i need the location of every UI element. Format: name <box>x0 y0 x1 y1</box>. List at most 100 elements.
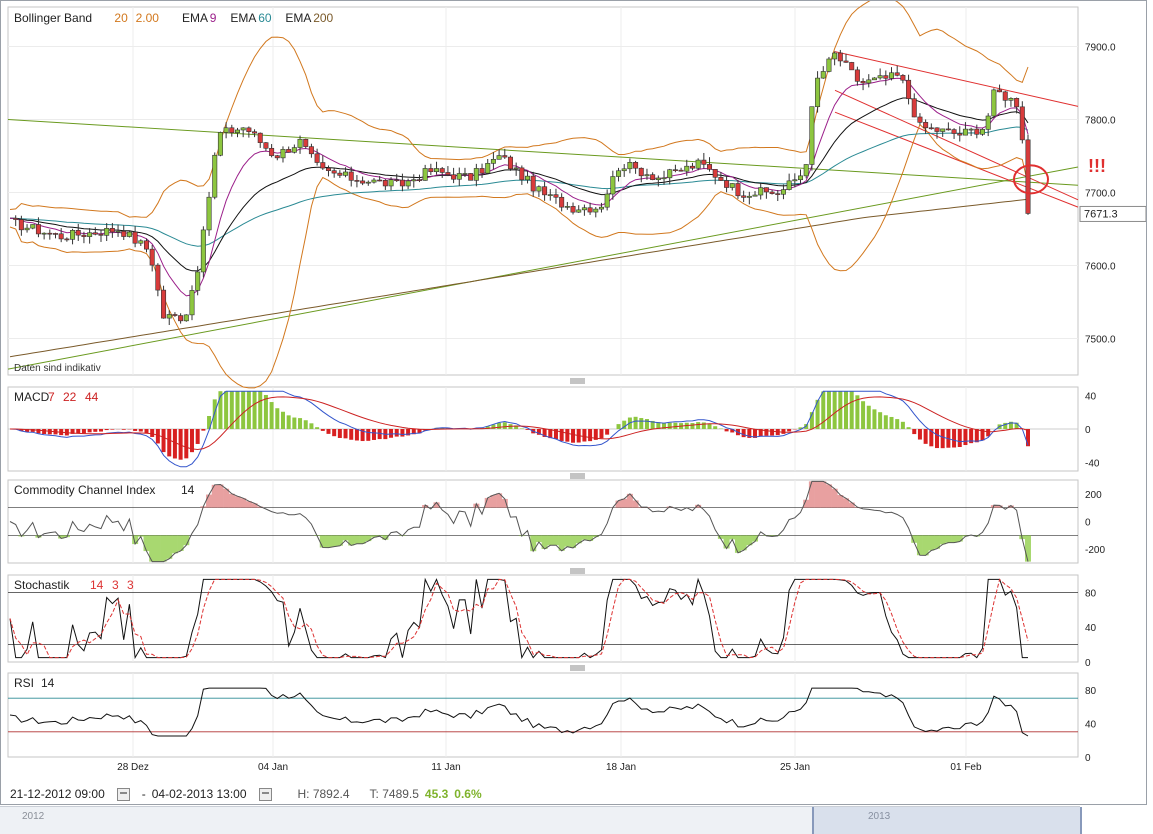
macd-histogram-bar <box>1026 429 1030 446</box>
candle-body <box>673 170 677 171</box>
candle-body <box>599 207 603 209</box>
calendar-from-icon[interactable] <box>117 788 130 801</box>
macd-histogram-bar <box>315 427 319 429</box>
panel-resize-handle[interactable] <box>570 569 585 573</box>
macd-histogram-bar <box>599 429 603 438</box>
macd-histogram-bar <box>884 415 888 429</box>
macd-histogram-bar <box>833 391 837 429</box>
macd-histogram-bar <box>241 391 245 429</box>
panel-resize-handle[interactable] <box>570 666 585 670</box>
macd-histogram-bar <box>349 429 353 440</box>
calendar-to-icon[interactable] <box>259 788 272 801</box>
panel-resize-handle[interactable] <box>570 474 585 478</box>
candle-body <box>207 197 211 230</box>
macd-histogram-bar <box>144 429 148 433</box>
macd-histogram-bar <box>82 429 86 433</box>
candle-body <box>258 133 262 142</box>
macd-histogram-bar <box>918 429 922 440</box>
candle-body <box>508 157 512 169</box>
candle-body <box>815 78 819 107</box>
annotation-exclaim: !!! <box>1088 156 1106 176</box>
cci-ytick: 200 <box>1085 490 1102 501</box>
candle-body <box>139 241 143 243</box>
panel-resize-handle[interactable] <box>570 379 585 383</box>
macd-histogram-bar <box>617 424 621 429</box>
high-value: H: 7892.4 <box>298 787 350 801</box>
candle-body <box>110 228 114 232</box>
macd-histogram-bar <box>924 429 928 444</box>
candle-body <box>554 195 558 198</box>
macd-histogram-bar <box>88 429 92 432</box>
cci-oversold-fill <box>143 535 149 551</box>
rsi-param: 14 <box>41 676 55 690</box>
candle-body <box>986 116 990 129</box>
candle-body <box>230 128 234 133</box>
disclaimer-text: Daten sind indikativ <box>14 363 101 374</box>
x-axis-label: 01 Feb <box>950 762 982 773</box>
macd-histogram-bar <box>890 417 894 429</box>
footer-bar: 21-12-2012 09:00 - 04-02-2013 13:00 H: 7… <box>0 783 1080 805</box>
cci-oversold-fill <box>354 535 360 543</box>
candle-body <box>844 61 848 62</box>
candle-body <box>201 230 205 272</box>
cci-overbought-fill <box>616 501 622 508</box>
macd-histogram-bar <box>844 391 848 429</box>
candle-body <box>622 169 626 171</box>
macd-param: 7 <box>48 390 55 404</box>
candle-body <box>855 70 859 81</box>
candle-body <box>446 172 450 174</box>
price-ytick: 7800.0 <box>1085 116 1116 127</box>
candle-body <box>753 195 757 196</box>
stoch-ytick: 0 <box>1085 658 1091 669</box>
candle-body <box>810 107 814 165</box>
candle-body <box>582 208 586 210</box>
candle-body <box>952 130 956 134</box>
macd-histogram-bar <box>275 408 279 429</box>
candle-body <box>406 181 410 186</box>
macd-histogram-bar <box>99 429 103 432</box>
macd-histogram-bar <box>872 409 876 429</box>
macd-histogram-bar <box>184 429 188 458</box>
candle-body <box>195 272 199 290</box>
chart-canvas[interactable]: 7900.07800.07700.07600.07500.028 Dez04 J… <box>0 0 1153 806</box>
candle-body <box>127 232 131 237</box>
navigator-year-2012: 2012 <box>22 811 44 822</box>
candle-body <box>662 178 666 179</box>
candle-body <box>116 231 120 232</box>
macd-histogram-bar <box>696 422 700 429</box>
candle-body <box>736 183 740 195</box>
price-legend-item: 2.00 <box>136 11 160 25</box>
cci-overbought-fill <box>809 481 815 507</box>
macd-ytick: 0 <box>1085 425 1091 436</box>
candle-body <box>150 249 154 265</box>
candle-body <box>668 170 672 178</box>
x-axis-label: 28 Dez <box>117 762 149 773</box>
candle-body <box>366 182 370 183</box>
macd-histogram-bar <box>725 429 729 431</box>
candle-body <box>770 192 774 194</box>
candle-body <box>884 76 888 79</box>
candle-body <box>867 80 871 83</box>
candle-body <box>383 180 387 186</box>
time-navigator[interactable]: 2012 2013 <box>0 806 1080 834</box>
price-legend-item: EMA <box>285 11 311 25</box>
cci-oversold-fill <box>917 535 923 555</box>
candle-body <box>895 73 899 76</box>
candle-body <box>241 128 245 130</box>
date-from: 21-12-2012 09:00 <box>10 787 105 801</box>
candle-body <box>480 168 484 173</box>
candle-body <box>298 139 302 147</box>
candle-body <box>389 180 393 186</box>
candle-body <box>827 59 831 71</box>
cci-oversold-fill <box>581 535 587 539</box>
macd-histogram-bar <box>571 429 575 443</box>
macd-histogram-bar <box>281 412 285 429</box>
macd-histogram-bar <box>247 391 251 429</box>
candle-body <box>918 117 922 122</box>
candle-body <box>286 149 290 152</box>
candle-body <box>19 220 23 230</box>
navigator-window[interactable] <box>812 807 1082 834</box>
candle-body <box>724 181 728 188</box>
stoch-param: 3 <box>112 578 119 592</box>
candle-body <box>315 154 319 163</box>
